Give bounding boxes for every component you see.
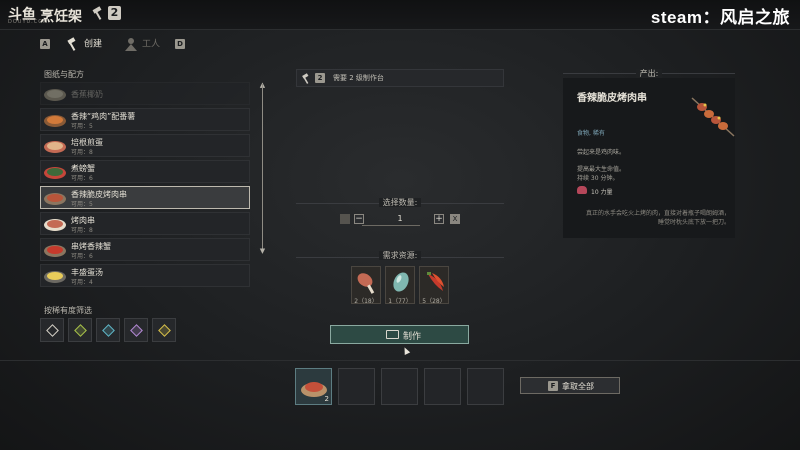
rarity-filter-button[interactable]	[152, 318, 176, 342]
decrease-button[interactable]: −	[354, 214, 364, 224]
recipe-scrollbar[interactable]	[262, 84, 263, 252]
take-all-button[interactable]: F 拿取全部	[520, 377, 620, 394]
output-tags: 食物, 稀有	[577, 130, 605, 137]
output-desc-taste: 尝起来是鸡肉味。	[577, 149, 626, 156]
recipes-header: 图纸与配方	[44, 70, 84, 79]
recipe-list: 香蕉椰奶香辣“鸡肉”配番薯 可用：5 培根煎蛋 可用：8 煮螃蟹 可用：6 香辣脆皮烤肉串可…	[40, 82, 252, 290]
recipe-available-count: 可用：8	[71, 227, 93, 234]
skewer-icon	[44, 193, 66, 205]
quantity-value[interactable]: 1	[390, 214, 410, 223]
stream-watermark: steam：风启之旅	[650, 8, 790, 27]
resource-count: 2（18）	[354, 298, 378, 305]
tab-workers[interactable]: 工人	[124, 37, 160, 51]
queue-slot[interactable]	[338, 368, 375, 405]
output-desc-effect: 提高最大生命值。	[577, 166, 626, 173]
recipe-item[interactable]: 串烤香辣蟹 可用：6	[40, 238, 250, 261]
quantity-header: 选择数量:	[296, 197, 504, 208]
station-title: 烹饪架	[40, 9, 82, 25]
recipe-available-count: 可用：5	[71, 201, 93, 208]
filter-header: 按稀有度筛选	[44, 306, 92, 315]
station-level-badge: 2	[108, 6, 121, 20]
crab-skewer-icon	[44, 245, 66, 257]
queue-slot[interactable]	[381, 368, 418, 405]
gem-icon	[102, 324, 115, 337]
recipe-available-count: 可用：4	[71, 279, 93, 286]
increase-button[interactable]: +	[434, 214, 444, 224]
recipe-item[interactable]: 丰盛蛋汤 可用：4	[40, 264, 250, 287]
bottom-divider	[0, 360, 800, 361]
tab-workers-label: 工人	[142, 39, 161, 50]
top-bar: 斗鱼 DOUYU.COM 烹饪架 2 steam：风启之旅	[0, 0, 800, 30]
requirement-bar: 2 需要 2 级制作台	[296, 69, 504, 87]
craft-button-label: 制作	[403, 332, 422, 342]
keyboard-icon	[386, 330, 399, 339]
recipe-item[interactable]: 香蕉椰奶	[40, 82, 250, 105]
chicken-plate-icon	[44, 115, 66, 127]
resource-count: 1（77）	[388, 298, 412, 305]
scroll-down-arrow[interactable]: ▼	[258, 248, 267, 255]
chili-pepper-icon	[427, 272, 444, 291]
recipe-name: 香蕉椰奶	[71, 90, 103, 99]
min-quantity-button[interactable]	[340, 214, 350, 224]
output-power: 10 力量	[591, 189, 613, 196]
strength-icon	[577, 186, 587, 194]
resource-count: 5（28）	[422, 298, 446, 305]
raw-meat-icon	[357, 273, 375, 294]
egg-soup-icon	[44, 271, 66, 283]
coconut-milk-icon	[44, 89, 66, 101]
recipe-available-count: 可用：8	[71, 149, 93, 156]
recipe-item[interactable]: 培根煎蛋 可用：8	[40, 134, 250, 157]
crab-icon	[44, 167, 66, 179]
bacon-egg-icon	[44, 141, 66, 153]
rarity-filter-button[interactable]	[124, 318, 148, 342]
take-all-key: F	[548, 381, 558, 391]
resources-header: 需求资源:	[296, 250, 504, 261]
resource-slot-crystal[interactable]: 1（77）	[385, 266, 415, 305]
quantity-underline	[362, 225, 420, 226]
requirement-text: 需要 2 级制作台	[333, 74, 384, 82]
queue-slot[interactable]: 2	[295, 368, 332, 405]
craft-button[interactable]: 制作	[330, 325, 469, 344]
crystal-icon	[393, 272, 409, 292]
hammer-icon	[92, 6, 102, 20]
mode-tabs: A 创建 工人 D	[40, 37, 190, 53]
output-item-name: 香辣脆皮烤肉串	[577, 93, 647, 104]
rarity-filter-button[interactable]	[96, 318, 120, 342]
tab-create[interactable]: 创建	[66, 37, 102, 51]
recipe-item[interactable]: 香辣脆皮烤肉串 可用：5	[40, 186, 250, 209]
recipe-available-count: 可用：6	[71, 253, 93, 260]
meat-skewer-icon	[44, 219, 66, 231]
take-all-label: 拿取全部	[562, 382, 594, 391]
requirement-level-badge: 2	[315, 73, 325, 83]
queue-slot[interactable]	[467, 368, 504, 405]
rarity-filter-button[interactable]	[68, 318, 92, 342]
gem-icon	[74, 324, 87, 337]
max-quantity-key[interactable]: X	[450, 214, 460, 224]
gem-icon	[46, 324, 59, 337]
quantity-stepper[interactable]: − 1 + X	[340, 213, 462, 227]
hammer-icon	[302, 73, 309, 84]
recipe-item[interactable]: 烤肉串 可用：8	[40, 212, 250, 235]
hammer-icon	[67, 37, 76, 51]
recipe-item[interactable]: 香辣“鸡肉”配番薯 可用：5	[40, 108, 250, 131]
recipe-available-count: 可用：5	[71, 123, 93, 130]
next-tab-key[interactable]: D	[175, 39, 185, 49]
queue-slot-count: 2	[324, 395, 329, 403]
recipe-available-count: 可用：6	[71, 175, 93, 182]
queue-slot[interactable]	[424, 368, 461, 405]
resource-slot-chili[interactable]: 5（28）	[419, 266, 449, 305]
output-flavor-text: 真正的水手会吃火上烤的肉，直接对着瓶子喝朗姆酒， 睡觉时枕头底下放一把刀。	[585, 210, 730, 226]
prev-tab-key[interactable]: A	[40, 39, 50, 49]
rarity-filter-button[interactable]	[40, 318, 64, 342]
tab-create-label: 创建	[84, 39, 103, 50]
worker-icon	[125, 38, 137, 51]
resource-slot-meat[interactable]: 2（18）	[351, 266, 381, 305]
gem-icon	[158, 324, 171, 337]
gem-icon	[130, 324, 143, 337]
skewer-icon	[691, 97, 735, 137]
recipe-item[interactable]: 煮螃蟹 可用：6	[40, 160, 250, 183]
output-desc-duration: 持续 30 分钟。	[577, 175, 619, 182]
